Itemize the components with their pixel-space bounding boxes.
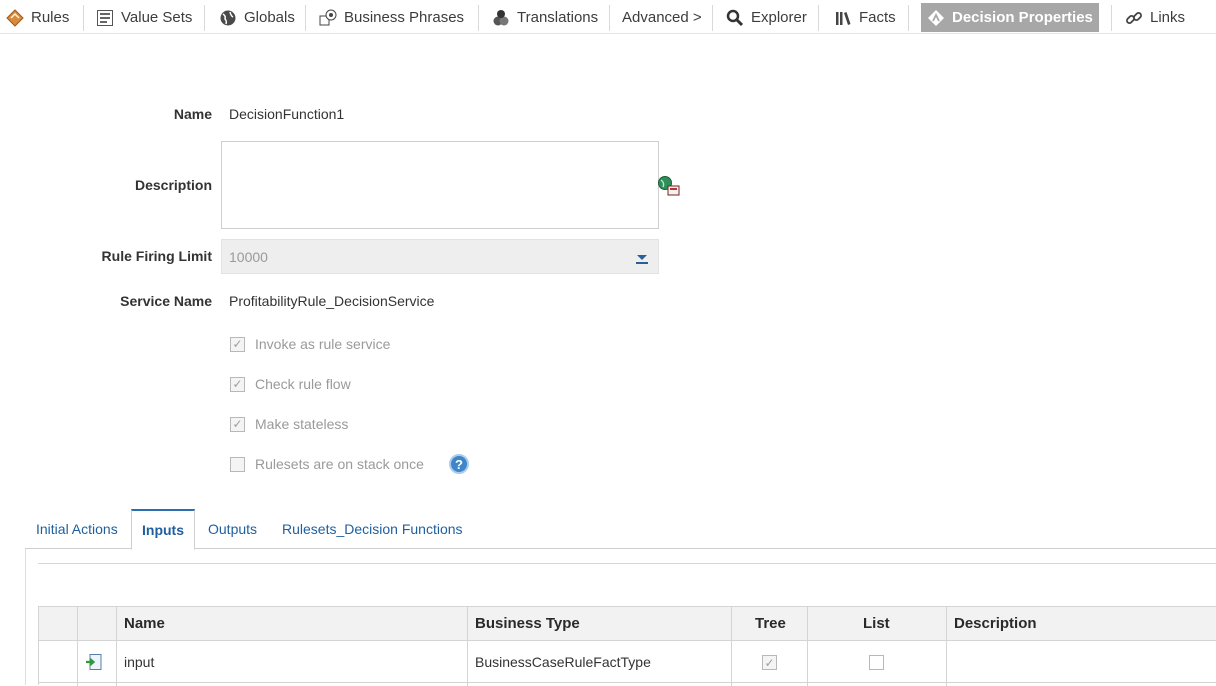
panel-toolbar-divider	[38, 563, 1216, 564]
toolbar-facts-button[interactable]: Facts	[834, 3, 896, 32]
tab-rulesets-decision-functions[interactable]: Rulesets_Decision Functions	[282, 509, 463, 549]
toolbar-value-sets-button[interactable]: Value Sets	[96, 3, 192, 32]
rules-icon	[6, 8, 24, 27]
tab-bar: Initial Actions Inputs Outputs Rulesets_…	[25, 509, 1216, 550]
tab-outputs[interactable]: Outputs	[208, 509, 257, 549]
row-business-type: BusinessCaseRuleFactType	[475, 654, 651, 670]
value-sets-icon	[96, 9, 114, 27]
rulesets-on-stack-once-checkbox[interactable]	[230, 456, 245, 472]
translate-icon[interactable]	[657, 175, 681, 197]
table-row[interactable]: input BusinessCaseRuleFactType ✓	[39, 642, 1216, 683]
toolbar-translations-button[interactable]: Translations	[492, 3, 598, 32]
decision-properties-icon	[927, 9, 945, 27]
facts-icon	[834, 9, 852, 27]
header-name[interactable]: Name	[124, 615, 165, 632]
help-icon[interactable]: ?	[449, 454, 469, 474]
check-rule-flow-checkbox[interactable]: ✓	[230, 376, 245, 392]
name-value: DecisionFunction1	[229, 106, 345, 122]
toolbar-advanced-button[interactable]: Advanced >	[622, 3, 702, 32]
globe-icon	[219, 9, 237, 27]
toolbar-rules-button[interactable]: Rules	[6, 3, 69, 32]
make-stateless-checkbox[interactable]: ✓	[230, 416, 245, 432]
header-tree[interactable]: Tree	[755, 615, 786, 632]
toolbar-links-button[interactable]: Links	[1125, 3, 1185, 32]
invoke-as-rule-service-row: ✓ Invoke as rule service	[230, 336, 390, 352]
service-name-value: ProfitabilityRule_DecisionService	[229, 293, 435, 309]
description-label: Description	[134, 177, 212, 193]
rule-firing-limit-value: 10000	[229, 249, 268, 265]
link-icon	[1125, 9, 1143, 27]
name-label: Name	[173, 106, 212, 122]
rulesets-on-stack-once-row: Rulesets are on stack once	[230, 456, 424, 472]
rule-firing-limit-select[interactable]: 10000	[221, 239, 659, 274]
tab-initial-actions[interactable]: Initial Actions	[36, 509, 118, 549]
main-toolbar: Rules Value Sets Globals Business Phrase…	[0, 0, 1216, 34]
translations-icon	[492, 9, 510, 27]
header-business-type[interactable]: Business Type	[475, 615, 580, 632]
inputs-table: Name Business Type Tree List Description…	[38, 606, 1216, 686]
magnifier-icon	[726, 9, 744, 27]
rule-firing-limit-label: Rule Firing Limit	[101, 248, 212, 264]
business-phrases-icon	[319, 9, 337, 27]
tab-inputs[interactable]: Inputs	[131, 509, 195, 550]
toolbar-globals-button[interactable]: Globals	[219, 3, 295, 32]
invoke-as-rule-service-checkbox[interactable]: ✓	[230, 336, 245, 352]
header-list[interactable]: List	[863, 615, 890, 632]
make-stateless-row: ✓ Make stateless	[230, 416, 348, 432]
description-textarea[interactable]	[221, 141, 659, 229]
toolbar-explorer-button[interactable]: Explorer	[726, 3, 807, 32]
dropdown-arrow-icon[interactable]	[634, 251, 650, 265]
header-description[interactable]: Description	[954, 615, 1037, 632]
toolbar-business-phrases-button[interactable]: Business Phrases	[319, 3, 464, 32]
service-name-label: Service Name	[120, 293, 212, 309]
toolbar-decision-properties-button[interactable]: Decision Properties	[921, 3, 1099, 32]
row-name: input	[124, 654, 155, 670]
row-list-checkbox[interactable]	[869, 655, 884, 670]
row-tree-checkbox[interactable]: ✓	[762, 655, 777, 670]
input-fact-icon	[85, 653, 103, 671]
table-header: Name Business Type Tree List Description	[39, 607, 1216, 641]
check-rule-flow-row: ✓ Check rule flow	[230, 376, 351, 392]
